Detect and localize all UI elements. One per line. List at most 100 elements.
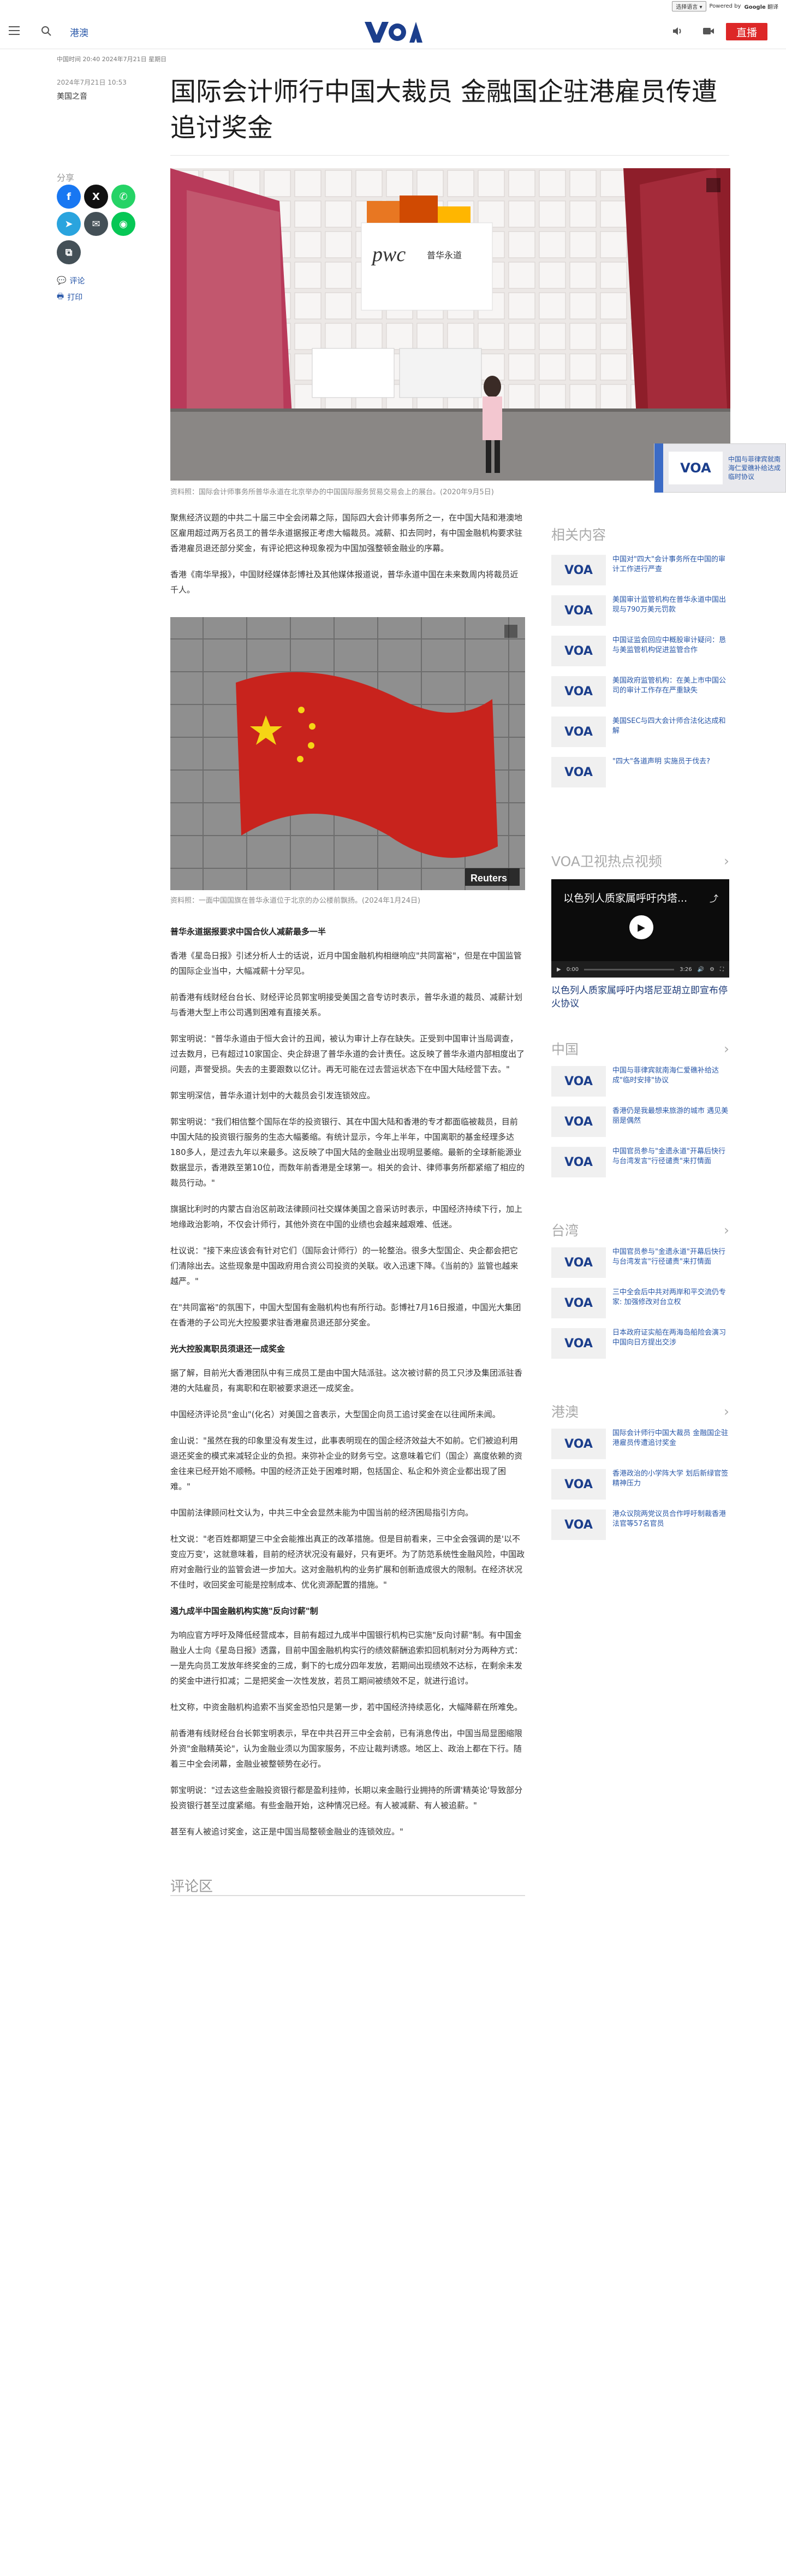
china-title[interactable]: 中国 › (551, 1038, 729, 1059)
email-icon[interactable]: ✉ (84, 212, 108, 236)
chevron-right-icon: › (724, 1222, 729, 1238)
comments-heading: 评论区 (170, 1879, 213, 1895)
voa-thumb-icon: VOA (551, 757, 606, 787)
voa-thumb-icon: VOA (551, 555, 606, 585)
paragraph: 香港《南华早报》，中国财经媒体彭博社及其他媒体报道说，普华永道中国在未来数周内将… (170, 570, 519, 595)
related-item-text: 中国证监会回应中概股审计疑问：恳与美监管机构促进监管合作 (612, 636, 727, 654)
comments-divider (170, 1895, 525, 1896)
live-button[interactable]: 直播 (726, 23, 767, 40)
comment-icon: 💬 (57, 276, 67, 285)
voa-thumb-icon: VOA (551, 676, 606, 707)
paragraph: 杜文称，中资金融机构追索不当奖金恐怕只是第一步，若中国经济持续恶化，大幅降薪在所… (170, 1702, 523, 1712)
search-icon[interactable] (40, 25, 52, 37)
lead-caption: 资料照：国际会计师事务所普华永道在北京举办的中国国际服务贸易交易会上的展台。(2… (170, 488, 494, 496)
title-divider (170, 155, 729, 156)
share-icon[interactable]: ⤴ (710, 891, 718, 904)
paragraph: 据了解，目前光大香港团队中有三成员工是由中国大陆派驻。这次被讨薪的员工只涉及集团… (170, 1368, 523, 1393)
chevron-right-icon: › (724, 1040, 729, 1057)
related-item[interactable]: VOA "四大"各道声明 实施员于伐去? (551, 757, 729, 797)
line-icon[interactable]: ◉ (111, 212, 135, 236)
chevron-right-icon: › (724, 1403, 729, 1419)
expand-icon[interactable] (504, 625, 517, 638)
related-item[interactable]: VOA 美国政府监管机构：在美上市中国公司的审计工作存在严重缺失 (551, 676, 729, 716)
paragraph: 郭宝明说："过去这些金融投资银行都是盈利挂帅，长期以来金融行业拥持的所谓'精英论… (170, 1785, 523, 1810)
china-item-text: 中国官员参与"金遗永道"开幕后快行 与台湾发言"行径谴责"来打情面 (612, 1147, 725, 1165)
play-small-icon[interactable]: ▶ (557, 967, 561, 973)
paragraph: 郭宝明深信，普华永道计划中的大裁员会引发连锁效应。 (170, 1091, 376, 1100)
taiwan-title[interactable]: 台湾 › (551, 1219, 729, 1241)
paragraph: 中国前法律顾问杜文认为，中共三中全会显然未能为中国当前的经济困局指引方向。 (170, 1508, 474, 1518)
audio-icon[interactable] (671, 25, 683, 37)
flag-photo: Reuters (170, 617, 525, 890)
china-item-text: 香港仍是我最想来旅游的城市 遇见美丽是偶然 (612, 1107, 729, 1125)
print-link-label: 打印 (67, 293, 83, 302)
related-item[interactable]: VOA 美国审计监管机构在普华永道中国出现与790万美元罚款 (551, 595, 729, 636)
author[interactable]: 美国之音 (57, 91, 87, 102)
video-rail-title-label: VOA卫视热点视频 (551, 854, 663, 869)
current-time: 中国时间 20:40 2024年7月21日 星期日 (57, 56, 167, 63)
section-link[interactable]: 港澳 (70, 25, 88, 39)
time-total: 3:26 (680, 966, 692, 973)
fullscreen-icon[interactable]: ⛶ (720, 967, 724, 973)
hk-item-text: 港众议院两党议员合作呼吁制裁香港法官等57名官员 (612, 1510, 727, 1528)
china-item[interactable]: VOA 香港仍是我最想来旅游的城市 遇见美丽是偶然 (551, 1106, 729, 1147)
taiwan-item[interactable]: VOA 三中全会后中共对两岸和平交流仍专家: 加强修改对台立权 (551, 1288, 729, 1328)
comment-link-label: 评论 (69, 277, 85, 286)
article-title: 国际会计师行中国大裁员 金融国企驻港雇员传遭追讨奖金 (170, 77, 717, 143)
translate-label: 翻译 (767, 4, 778, 10)
expand-icon[interactable] (706, 178, 720, 192)
paragraph: 杜文说："老百姓都期望三中全会能推出真正的改革措施。但是目前看来，三中全会强调的… (170, 1534, 525, 1590)
subheading: 普华永道据报要求中国合伙人减薪最多一半 (170, 927, 326, 937)
voa-thumb-icon: VOA (551, 1469, 606, 1500)
hk-item[interactable]: VOA 国际会计师行中国大裁员 金融国企驻港雇员传遭追讨奖金 (551, 1429, 729, 1469)
play-icon[interactable]: ▶ (629, 915, 653, 939)
powered-by-label: Powered by (709, 3, 741, 9)
print-link[interactable]: 🖶 打印 (57, 291, 82, 304)
floating-video-popup[interactable]: VOA 中国与菲律宾就南海仁爱礁补给达成临时协议 (654, 443, 786, 493)
paragraph: 前香港有线财经台台长郭宝明表示，早在中共召开三中全会前，已有消息传出，中国当局显… (170, 1728, 523, 1769)
video-title[interactable]: 以色列人质家属呼吁内塔尼亚胡立即宣布停火协议 (551, 984, 729, 1010)
taiwan-item-text: 中国官员参与"金遗永道"开幕后快行 与台湾发言"行径谴责"来打情面 (612, 1248, 725, 1266)
popup-collapse-handle[interactable] (654, 443, 663, 493)
copy-link-icon[interactable]: ⧉ (57, 240, 81, 264)
video-player[interactable]: 以色列人质家属呼吁内塔... ⤴ ▶ ▶ 0:00 3:26 🔊 ⚙ ⛶ (551, 879, 729, 978)
hk-item[interactable]: VOA 香港政治的小学阵大学 划后新绿官签精神压力 (551, 1469, 729, 1509)
x-icon[interactable]: X (84, 185, 108, 209)
paragraph: 甚至有人被追讨奖金，这正是中国当局整顿金融业的连锁效应。" (170, 1827, 403, 1837)
china-item-text: 中国与菲律宾就南海仁爱礁补给达成"临时安排"协议 (612, 1067, 719, 1085)
video-icon[interactable] (702, 25, 715, 37)
language-select-label: 选择语言 (676, 4, 698, 10)
video-rail-title[interactable]: VOA卫视热点视频 › (551, 850, 729, 872)
publish-date: 2024年7月21日 10:53 (57, 79, 127, 86)
whatsapp-icon[interactable]: ✆ (111, 185, 135, 209)
paragraph: 金山说："虽然在我的印象里没有发生过，此事表明现在的国企经济效益大不如前。它们被… (170, 1436, 523, 1491)
telegram-icon[interactable]: ➤ (57, 212, 81, 236)
facebook-icon[interactable]: f (57, 185, 81, 209)
progress-bar[interactable] (584, 968, 675, 970)
related-item-text: "四大"各道声明 实施员于伐去? (612, 757, 710, 766)
related-item[interactable]: VOA 中国对"四大"会计事务所在中国的审计工作进行严查 (551, 555, 729, 595)
settings-icon[interactable]: ⚙ (710, 967, 714, 973)
hk-item[interactable]: VOA 港众议院两党议员合作呼吁制裁香港法官等57名官员 (551, 1509, 729, 1550)
related-item-text: 美国SEC与四大会计师合法化达成和解 (612, 717, 726, 735)
menu-icon[interactable] (9, 26, 20, 35)
hk-title[interactable]: 港澳 › (551, 1400, 729, 1422)
taiwan-item[interactable]: VOA 日本政府证实船在两海岛船险会演习 中国向日方提出交涉 (551, 1328, 729, 1369)
taiwan-item[interactable]: VOA 中国官员参与"金遗永道"开幕后快行 与台湾发言"行径谴责"来打情面 (551, 1247, 729, 1288)
volume-icon[interactable]: 🔊 (698, 967, 704, 973)
china-item[interactable]: VOA 中国与菲律宾就南海仁爱礁补给达成"临时安排"协议 (551, 1066, 729, 1106)
related-item[interactable]: VOA 美国SEC与四大会计师合法化达成和解 (551, 716, 729, 757)
related-item-text: 美国审计监管机构在普华永道中国出现与790万美元罚款 (612, 596, 727, 614)
share-row-1: f X ✆ (57, 185, 135, 209)
site-header: 港澳 直播 (0, 14, 786, 49)
video-rail-header: VOA卫视热点视频 › (551, 850, 729, 872)
voa-thumb-icon: VOA (551, 1066, 606, 1097)
taiwan-item-text: 日本政府证实船在两海岛船险会演习 中国向日方提出交涉 (612, 1329, 727, 1347)
google-label: Google (744, 4, 766, 10)
time-current: 0:00 (566, 966, 579, 973)
language-select[interactable]: 选择语言 ▾ (672, 1, 706, 11)
china-item[interactable]: VOA 中国官员参与"金遗永道"开幕后快行 与台湾发言"行径谴责"来打情面 (551, 1147, 729, 1187)
related-item[interactable]: VOA 中国证监会回应中概股审计疑问：恳与美监管机构促进监管合作 (551, 636, 729, 676)
voa-logo[interactable] (364, 19, 422, 45)
comment-link[interactable]: 💬 评论 (57, 275, 85, 286)
